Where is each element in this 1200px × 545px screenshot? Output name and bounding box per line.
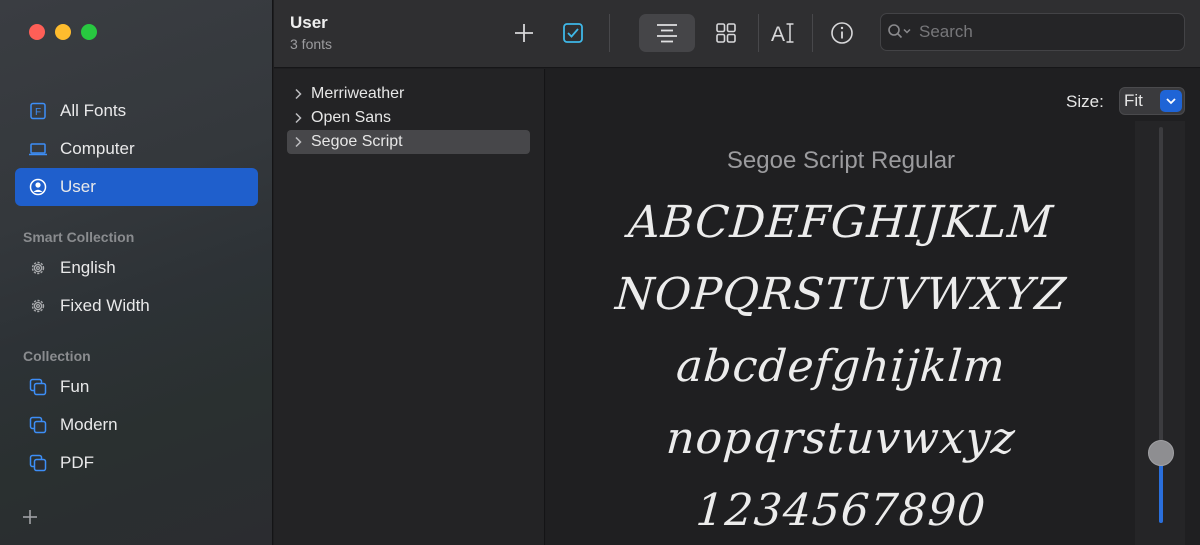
align-center-icon <box>657 24 677 43</box>
toolbar: User 3 fonts A <box>274 0 1200 68</box>
toolbar-separator <box>609 14 610 52</box>
grid-icon <box>716 23 736 43</box>
info-icon <box>831 22 853 44</box>
svg-text:F: F <box>35 107 41 118</box>
sidebar-item-modern[interactable]: Modern <box>15 406 258 444</box>
window-controls <box>29 24 97 40</box>
minimize-window-button[interactable] <box>55 24 71 40</box>
sidebar-item-all-fonts[interactable]: F All Fonts <box>15 92 258 130</box>
preview-digits: 1234567890 <box>694 485 988 536</box>
sidebar-item-label: User <box>60 177 96 196</box>
grid-view-button[interactable] <box>706 14 746 52</box>
size-select[interactable]: Fit <box>1119 87 1185 115</box>
sample-view-button[interactable] <box>639 14 695 52</box>
validate-fonts-button[interactable] <box>555 14 591 52</box>
font-family-name: Segoe Script <box>311 133 403 150</box>
sidebar-item-label: Computer <box>60 139 135 158</box>
text-cursor-icon: A <box>771 23 794 45</box>
slider-fill <box>1159 458 1163 523</box>
search-input[interactable] <box>919 22 1159 42</box>
sidebar-item-label: Fixed Width <box>60 296 150 315</box>
toolbar-separator <box>758 14 759 52</box>
plus-icon <box>23 510 37 524</box>
add-collection-button[interactable] <box>20 507 40 527</box>
search-field[interactable] <box>880 13 1185 51</box>
sidebar: F All Fonts Computer User Smart Collecti… <box>0 0 273 545</box>
sidebar-item-fixed-width[interactable]: Fixed Width <box>15 287 258 325</box>
page-title: User <box>290 13 328 32</box>
font-preview-pane: Size: Fit Segoe Script Regular ABCDEFGHI… <box>546 69 1200 545</box>
info-button[interactable] <box>822 14 862 52</box>
chevron-right-icon <box>295 88 302 100</box>
sidebar-item-fun[interactable]: Fun <box>15 368 258 406</box>
collection-icon <box>28 415 48 435</box>
font-count: 3 fonts <box>290 36 333 52</box>
close-window-button[interactable] <box>29 24 45 40</box>
collection-icon <box>28 453 48 473</box>
font-box-icon: F <box>28 101 48 121</box>
gear-icon <box>28 258 48 278</box>
size-label: Size: <box>1066 92 1104 111</box>
size-slider[interactable] <box>1135 121 1185 545</box>
preview-lowercase-2: nopqrstuvwxyz <box>664 413 1018 464</box>
sidebar-item-computer[interactable]: Computer <box>15 130 258 168</box>
sidebar-item-label: PDF <box>60 453 94 472</box>
font-family-name: Merriweather <box>311 85 405 102</box>
sidebar-item-label: All Fonts <box>60 101 127 120</box>
size-value: Fit <box>1124 91 1143 110</box>
preview-font-name: Segoe Script Regular <box>726 147 956 174</box>
zoom-window-button[interactable] <box>81 24 97 40</box>
chevron-down-icon <box>1160 90 1182 112</box>
checkbox-icon <box>563 23 583 43</box>
font-family-name: Open Sans <box>311 109 392 126</box>
preview-uppercase-1: ABCDEFGHIJKLM <box>626 197 1056 248</box>
font-family-list: Merriweather Open Sans Segoe Script <box>274 69 545 545</box>
collection-heading: Collection <box>23 348 91 364</box>
add-font-button[interactable] <box>506 14 542 52</box>
chevron-right-icon <box>295 136 302 148</box>
sidebar-item-user[interactable]: User <box>15 168 258 206</box>
chevron-right-icon <box>295 112 302 124</box>
slider-knob[interactable] <box>1148 440 1174 466</box>
sidebar-item-label: English <box>60 258 116 277</box>
list-item[interactable]: Merriweather <box>287 82 530 106</box>
user-circle-icon <box>28 177 48 197</box>
toolbar-separator <box>812 14 813 52</box>
plus-icon <box>515 24 533 42</box>
list-item[interactable]: Open Sans <box>287 106 530 130</box>
search-icon <box>888 24 911 39</box>
preview-lowercase-1: abcdefghijklm <box>674 341 1008 392</box>
sidebar-item-english[interactable]: English <box>15 249 258 287</box>
text-size-button[interactable]: A <box>764 14 804 52</box>
collection-icon <box>28 377 48 397</box>
preview-uppercase-2: NOPQRSTUVWXYZ <box>613 269 1069 320</box>
sidebar-item-pdf[interactable]: PDF <box>15 444 258 482</box>
gear-icon <box>28 296 48 316</box>
svg-text:A: A <box>771 23 785 45</box>
list-item[interactable]: Segoe Script <box>287 130 530 154</box>
sidebar-item-label: Modern <box>60 415 118 434</box>
sidebar-item-label: Fun <box>60 377 90 396</box>
smart-collection-heading: Smart Collection <box>23 229 135 245</box>
laptop-icon <box>28 139 48 159</box>
